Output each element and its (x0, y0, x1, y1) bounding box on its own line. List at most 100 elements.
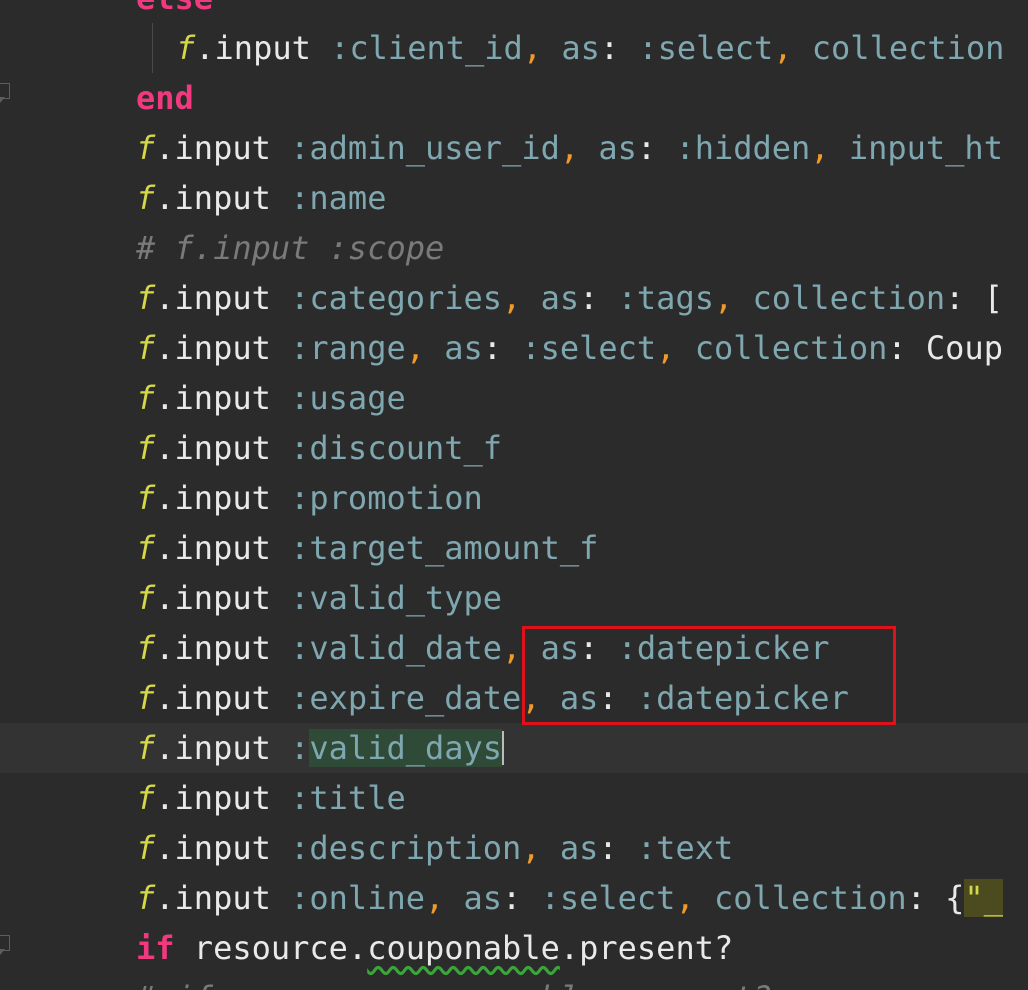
code-token: as (540, 279, 580, 317)
code-line[interactable]: else (0, 0, 1028, 23)
code-token: f (136, 429, 156, 467)
code-token: as (463, 879, 503, 917)
code-text: f.input :name (136, 173, 386, 223)
code-line[interactable]: f.input :admin_user_id, as: :hidden, inp… (0, 123, 1028, 173)
code-token: , (424, 879, 464, 917)
code-token: :promotion (290, 479, 483, 517)
code-token: :description (290, 829, 522, 867)
text-caret (502, 731, 505, 765)
code-token: .input (155, 529, 291, 567)
code-token: , (773, 29, 812, 67)
code-token: f (176, 29, 196, 67)
code-token: .input (155, 279, 291, 317)
code-token: :admin_user_id (290, 129, 560, 167)
code-token: .input (155, 829, 291, 867)
code-token: collection (694, 329, 888, 367)
code-token: :categories (290, 279, 503, 317)
code-token: .input (155, 879, 291, 917)
code-text: f.input :admin_user_id, as: :hidden, inp… (136, 123, 1003, 173)
code-text: if resource.couponable.present? (136, 923, 733, 973)
code-token: collection (713, 879, 907, 917)
code-line[interactable]: f.input :promotion (0, 473, 1028, 523)
code-token: : (290, 729, 310, 767)
code-token: .input (195, 29, 331, 67)
code-text: f.input :title (136, 773, 406, 823)
code-token: .input (155, 179, 291, 217)
code-token: : (599, 29, 639, 67)
code-token: , (559, 129, 599, 167)
code-text: f.input :valid_days (136, 723, 505, 773)
code-token: # if resource.couponable.present? (136, 979, 772, 990)
code-token: .input (155, 579, 291, 617)
code-line[interactable]: f.input :valid_type (0, 573, 1028, 623)
code-token: :select (540, 879, 676, 917)
code-token: .input (155, 679, 291, 717)
code-token: input_ht (848, 129, 1003, 167)
code-token: as (559, 829, 599, 867)
code-token: :expire_date (290, 679, 522, 717)
code-line[interactable]: f.input :title (0, 773, 1028, 823)
code-token: : (598, 829, 637, 867)
code-line[interactable]: # if resource.couponable.present? (0, 973, 1028, 990)
code-text: f.input :usage (136, 373, 406, 423)
code-text: end (136, 73, 194, 123)
code-line[interactable]: f.input :client_id, as: :select, collect… (0, 23, 1028, 73)
code-token: :title (290, 779, 406, 817)
code-line[interactable]: # f.input :scope (0, 223, 1028, 273)
code-token: .input (155, 479, 291, 517)
code-token: :range (290, 329, 406, 367)
code-editor[interactable]: elsef.input :client_id, as: :select, col… (0, 0, 1028, 990)
code-token: :valid_date (290, 629, 503, 667)
code-text: f.input :online, as: :select, collection… (136, 873, 1003, 923)
code-token: : { (906, 879, 965, 917)
code-text: f.input :categories, as: :tags, collecti… (136, 273, 1003, 323)
code-token: f (136, 829, 156, 867)
code-token: f (136, 279, 156, 317)
code-line[interactable]: f.input :target_amount_f (0, 523, 1028, 573)
code-token: :usage (290, 379, 406, 417)
code-token: : Coup (887, 329, 1003, 367)
code-token: if (136, 929, 175, 967)
code-line[interactable]: f.input :name (0, 173, 1028, 223)
code-token: .input (155, 779, 291, 817)
code-token: f (136, 629, 156, 667)
code-text: else (136, 0, 213, 23)
code-token: .present? (559, 929, 734, 967)
code-token: .input (155, 379, 291, 417)
code-token: couponable (367, 929, 560, 967)
code-token: f (136, 179, 156, 217)
code-token: .input (155, 429, 291, 467)
code-token: : [ (945, 279, 1003, 317)
code-line[interactable]: f.input :usage (0, 373, 1028, 423)
code-token: :discount_f (290, 429, 503, 467)
code-token: f (136, 679, 156, 717)
code-token: : (579, 279, 618, 317)
code-token: resource. (174, 929, 368, 967)
annotation-highlight-box (522, 626, 896, 725)
code-line[interactable]: f.input :range, as: :select, collection:… (0, 323, 1028, 373)
code-text: f.input :description, as: :text (136, 823, 733, 873)
code-token: f (136, 379, 156, 417)
code-line[interactable]: f.input :categories, as: :tags, collecti… (0, 273, 1028, 323)
code-token: "_ (964, 879, 1003, 917)
code-token: as (444, 329, 483, 367)
code-token: :select (521, 329, 657, 367)
code-token: :client_id (330, 29, 523, 67)
code-text: # f.input :scope (136, 223, 444, 273)
code-token: else (136, 0, 213, 17)
code-line[interactable]: if resource.couponable.present? (0, 923, 1028, 973)
code-token: :valid_type (290, 579, 503, 617)
code-line[interactable]: f.input :discount_f (0, 423, 1028, 473)
code-text: f.input :range, as: :select, collection:… (136, 323, 1003, 373)
code-token: .input (155, 629, 291, 667)
code-token: , (675, 879, 714, 917)
code-token: collection (811, 29, 1005, 67)
code-token: as (598, 129, 637, 167)
indent-guide (152, 23, 153, 73)
code-line[interactable]: f.input :online, as: :select, collection… (0, 873, 1028, 923)
code-token: , (810, 129, 849, 167)
code-line[interactable]: f.input :valid_days (0, 723, 1028, 773)
code-line[interactable]: end (0, 73, 1028, 123)
code-line[interactable]: f.input :description, as: :text (0, 823, 1028, 873)
code-token: f (136, 479, 156, 517)
